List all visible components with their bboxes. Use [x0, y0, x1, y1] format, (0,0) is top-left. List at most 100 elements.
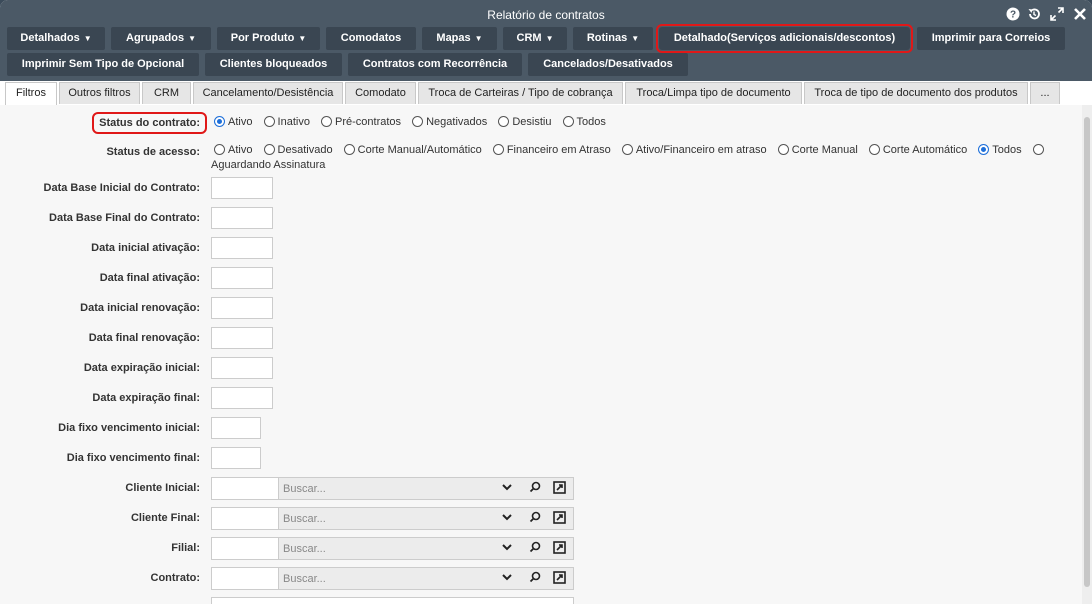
cliente-inicial-lookup: Buscar... — [211, 477, 574, 500]
search-icon[interactable] — [528, 510, 542, 527]
radio-icon — [562, 116, 574, 127]
mapas-menu-button[interactable]: Mapas ▼ — [422, 27, 497, 50]
comodatos-button[interactable]: Comodatos — [326, 27, 416, 50]
filial-search-input[interactable]: Buscar... — [279, 538, 573, 559]
data-base-final-input[interactable] — [211, 207, 273, 229]
agrupados-menu-button[interactable]: Agrupados ▼ — [111, 27, 211, 50]
scrollbar-thumb[interactable] — [1084, 117, 1090, 587]
tab-crm[interactable]: CRM — [142, 82, 191, 104]
search-placeholder: Buscar... — [283, 483, 326, 495]
tab-filtros[interactable]: Filtros — [5, 82, 57, 106]
data-final-renovacao-input[interactable] — [211, 327, 273, 349]
data-final-ativacao-input[interactable] — [211, 267, 273, 289]
data-inicial-renovacao-input[interactable] — [211, 297, 273, 319]
data-inicial-ativacao-input[interactable] — [211, 237, 273, 259]
data-base-inicial-label: Data Base Inicial do Contrato: — [43, 182, 200, 194]
caret-down-icon: ▼ — [631, 34, 640, 43]
status-contrato-option-inativo[interactable]: Inativo — [262, 116, 310, 128]
filial-code-input[interactable] — [212, 538, 279, 559]
open-external-icon[interactable] — [553, 511, 566, 527]
status-contrato-label: Status do contrato: — [92, 112, 207, 134]
status-contrato-option-negativados[interactable]: Negativados — [410, 116, 487, 128]
cliente-inicial-label: Cliente Inicial: — [125, 482, 200, 494]
chevron-down-icon[interactable] — [501, 571, 513, 586]
cliente-final-code-input[interactable] — [212, 508, 279, 529]
tab-troca-limpa-tipo-documento[interactable]: Troca/Limpa tipo de documento — [625, 82, 802, 104]
caret-down-icon: ▼ — [83, 34, 92, 43]
status-acesso-option-financeiro-atraso[interactable]: Financeiro em Atraso — [491, 144, 611, 156]
data-expiracao-final-label: Data expiração final: — [92, 392, 200, 404]
history-icon[interactable] — [1027, 7, 1041, 21]
caret-down-icon: ▼ — [188, 34, 196, 43]
status-acesso-option-corte-manual[interactable]: Corte Manual — [776, 144, 858, 156]
tab-outros-filtros[interactable]: Outros filtros — [59, 82, 140, 104]
data-inicial-ativacao-label: Data inicial ativação: — [91, 242, 200, 254]
search-placeholder: Buscar... — [283, 573, 326, 585]
filters-panel: Status do contrato: Ativo Inativo Pré-co… — [0, 105, 1082, 604]
status-acesso-option-corte-manual-automatico[interactable]: Corte Manual/Automático — [342, 144, 482, 156]
imprimir-sem-tipo-opcional-button[interactable]: Imprimir Sem Tipo de Opcional — [7, 53, 199, 76]
status-contrato-option-ativo[interactable]: Ativo — [212, 116, 252, 128]
status-acesso-option-aguardando-radio[interactable] — [1031, 144, 1047, 156]
imprimir-correios-button[interactable]: Imprimir para Correios — [917, 27, 1065, 50]
open-external-icon[interactable] — [553, 541, 566, 557]
tab-cancelamento[interactable]: Cancelamento/Desistência — [193, 82, 343, 104]
status-acesso-option-desativado[interactable]: Desativado — [262, 144, 333, 156]
open-external-icon[interactable] — [553, 481, 566, 497]
radio-icon — [321, 116, 333, 127]
status-acesso-label: Status de acesso: — [106, 146, 200, 158]
status-contrato-option-pre-contratos[interactable]: Pré-contratos — [319, 116, 401, 128]
status-contrato-option-desistiu[interactable]: Desistiu — [496, 116, 551, 128]
filial-label: Filial: — [171, 542, 200, 554]
cancelados-desativados-button[interactable]: Cancelados/Desativados — [528, 53, 688, 76]
open-external-icon[interactable] — [553, 571, 566, 587]
crm-menu-button[interactable]: CRM ▼ — [503, 27, 567, 50]
radio-icon — [492, 144, 504, 155]
chevron-down-icon[interactable] — [501, 481, 513, 496]
svg-text:?: ? — [1010, 10, 1016, 21]
radio-icon — [214, 144, 225, 155]
data-expiracao-inicial-label: Data expiração inicial: — [83, 362, 200, 374]
contratos-recorrencia-button[interactable]: Contratos com Recorrência — [348, 53, 522, 76]
chevron-down-icon[interactable] — [501, 541, 513, 556]
status-contrato-option-todos[interactable]: Todos — [561, 116, 606, 128]
tab-comodato[interactable]: Comodato — [345, 82, 416, 104]
data-final-ativacao-label: Data final ativação: — [99, 272, 200, 284]
filial-lookup: Buscar... — [211, 537, 574, 560]
help-icon[interactable]: ? — [1006, 7, 1020, 21]
data-base-final-label: Data Base Final do Contrato: — [49, 212, 200, 224]
search-icon[interactable] — [528, 570, 542, 587]
tab-troca-tipo-documento-produtos[interactable]: Troca de tipo de documento dos produtos — [804, 82, 1028, 104]
close-icon[interactable] — [1073, 7, 1087, 21]
contrato-code-input[interactable] — [212, 568, 279, 589]
detalhado-servicos-adicionais-button[interactable]: Detalhado(Serviços adicionais/descontos) — [656, 24, 913, 53]
search-icon[interactable] — [528, 540, 542, 557]
tab-more[interactable]: ... — [1030, 82, 1060, 104]
status-acesso-option-ativo[interactable]: Ativo — [212, 144, 252, 156]
por-produto-menu-button[interactable]: Por Produto ▼ — [217, 27, 320, 50]
status-acesso-option-ativo-financeiro-atraso[interactable]: Ativo/Financeiro em atraso — [620, 144, 767, 156]
vertical-scrollbar[interactable] — [1082, 105, 1092, 604]
cliente-inicial-search-input[interactable]: Buscar... — [279, 478, 573, 499]
contrato-lookup: Buscar... — [211, 567, 574, 590]
data-expiracao-final-input[interactable] — [211, 387, 273, 409]
contrato-search-input[interactable]: Buscar... — [279, 568, 573, 589]
data-expiracao-inicial-input[interactable] — [211, 357, 273, 379]
status-acesso-option-aguardando-assinatura[interactable]: Aguardando Assinatura — [211, 159, 325, 171]
status-acesso-option-todos[interactable]: Todos — [976, 144, 1022, 156]
dia-fixo-inicial-input[interactable] — [211, 417, 261, 439]
data-base-inicial-input[interactable] — [211, 177, 273, 199]
detalhados-menu-button[interactable]: Detalhados ▼ — [7, 27, 105, 50]
clientes-bloqueados-button[interactable]: Clientes bloqueados — [205, 53, 342, 76]
report-window: Relatório de contratos ? Detalhados ▼ Agr… — [0, 0, 1092, 604]
cliente-inicial-code-input[interactable] — [212, 478, 279, 499]
maximize-icon[interactable] — [1050, 7, 1064, 21]
cliente-final-search-input[interactable]: Buscar... — [279, 508, 573, 529]
tab-troca-carteiras[interactable]: Troca de Carteiras / Tipo de cobrança — [418, 82, 623, 104]
rotinas-menu-button[interactable]: Rotinas ▼ — [573, 27, 653, 50]
chevron-down-icon[interactable] — [501, 511, 513, 526]
dia-fixo-inicial-label: Dia fixo vencimento inicial: — [58, 422, 200, 434]
search-icon[interactable] — [528, 480, 542, 497]
dia-fixo-final-input[interactable] — [211, 447, 261, 469]
status-acesso-option-corte-automatico[interactable]: Corte Automático — [867, 144, 967, 156]
